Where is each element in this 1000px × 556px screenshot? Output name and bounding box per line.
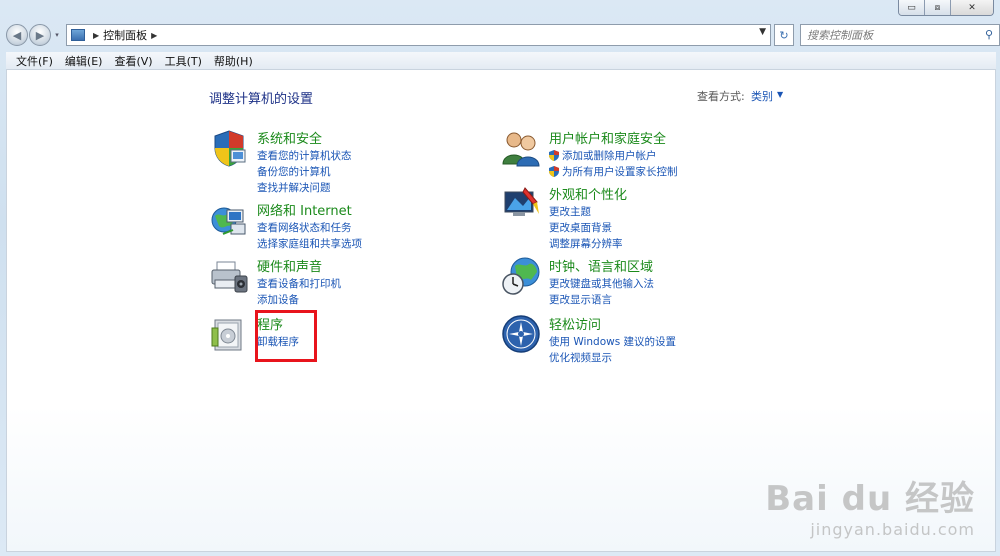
- address-bar[interactable]: ▶ 控制面板 ▶ ▼: [66, 24, 771, 46]
- link-label[interactable]: 为所有用户设置家长控制: [562, 164, 678, 179]
- search-placeholder: 搜索控制面板: [807, 29, 873, 42]
- category-title[interactable]: 外观和个性化: [549, 184, 627, 203]
- uac-shield-icon: [549, 149, 559, 161]
- page-title: 调整计算机的设置: [209, 92, 314, 107]
- category-title[interactable]: 网络和 Internet: [257, 200, 352, 219]
- link-network-status[interactable]: 查看网络状态和任务: [257, 219, 362, 235]
- category-links: 更改键盘或其他输入法 更改显示语言: [549, 275, 654, 307]
- breadcrumb-control-panel[interactable]: 控制面板: [103, 27, 147, 43]
- link-view-computer-status[interactable]: 查看您的计算机状态: [257, 147, 352, 163]
- link-parental-controls[interactable]: 为所有用户设置家长控制: [549, 163, 678, 179]
- view-by-label: 查看方式:: [697, 90, 745, 103]
- navigation-bar: ◀ ▶ ▾ ▶ 控制面板 ▶ ▼ ↻ 搜索控制面板 ⚲: [6, 22, 1000, 48]
- link-keyboard-input[interactable]: 更改键盘或其他输入法: [549, 275, 654, 291]
- link-desktop-background[interactable]: 更改桌面背景: [549, 219, 623, 235]
- link-screen-resolution[interactable]: 调整屏幕分辨率: [549, 235, 623, 251]
- ease-of-access-icon[interactable]: [501, 314, 541, 354]
- appearance-monitor-icon[interactable]: [501, 184, 541, 224]
- address-dropdown-icon[interactable]: ▼: [759, 27, 766, 37]
- back-button[interactable]: ◀: [6, 24, 28, 46]
- watermark-logo: Bai du 经验: [765, 479, 975, 519]
- link-add-device[interactable]: 添加设备: [257, 291, 341, 307]
- highlight-box: [255, 310, 317, 362]
- link-backup-computer[interactable]: 备份您的计算机: [257, 163, 352, 179]
- security-shield-icon[interactable]: [209, 128, 249, 168]
- breadcrumb-arrow-icon[interactable]: ▶: [93, 31, 99, 40]
- minimize-button[interactable]: ▭: [899, 0, 925, 15]
- menu-edit[interactable]: 编辑(E): [59, 53, 109, 69]
- menu-bar: 文件(F) 编辑(E) 查看(V) 工具(T) 帮助(H): [6, 52, 996, 70]
- menu-file[interactable]: 文件(F): [10, 53, 59, 69]
- menu-help[interactable]: 帮助(H): [208, 53, 259, 69]
- category-title[interactable]: 系统和安全: [257, 128, 322, 147]
- control-panel-icon: [71, 29, 85, 41]
- maximize-button[interactable]: ⧈: [925, 0, 951, 15]
- category-links: 使用 Windows 建议的设置 优化视频显示: [549, 333, 676, 365]
- link-label[interactable]: 添加或删除用户帐户: [562, 148, 657, 163]
- view-by-chevron-icon[interactable]: ▼: [777, 90, 783, 99]
- recent-pages-dropdown[interactable]: ▾: [52, 31, 62, 39]
- search-icon[interactable]: ⚲: [985, 28, 993, 41]
- breadcrumb-arrow-icon[interactable]: ▶: [151, 31, 157, 40]
- link-troubleshoot[interactable]: 查找并解决问题: [257, 179, 352, 195]
- link-homegroup-sharing[interactable]: 选择家庭组和共享选项: [257, 235, 362, 251]
- menu-tools[interactable]: 工具(T): [159, 53, 208, 69]
- main-content: 调整计算机的设置 查看方式: 类别 ▼ 系统和安全 查看您的计算机状态 备份您的…: [6, 70, 996, 552]
- link-add-remove-accounts[interactable]: 添加或删除用户帐户: [549, 147, 678, 163]
- forward-button[interactable]: ▶: [29, 24, 51, 46]
- watermark-url: jingyan.baidu.com: [810, 520, 975, 539]
- clock-globe-icon[interactable]: [501, 256, 541, 296]
- users-icon[interactable]: [501, 128, 541, 168]
- category-title[interactable]: 硬件和声音: [257, 256, 322, 275]
- category-links: 查看您的计算机状态 备份您的计算机 查找并解决问题: [257, 147, 352, 195]
- menu-view[interactable]: 查看(V): [108, 53, 158, 69]
- view-by-dropdown[interactable]: 类别: [751, 88, 773, 104]
- refresh-button[interactable]: ↻: [774, 24, 794, 46]
- printer-icon[interactable]: [209, 256, 249, 296]
- link-display-language[interactable]: 更改显示语言: [549, 291, 654, 307]
- link-change-theme[interactable]: 更改主题: [549, 203, 623, 219]
- category-title[interactable]: 用户帐户和家庭安全: [549, 128, 666, 147]
- programs-box-icon[interactable]: [209, 314, 249, 354]
- category-links: 更改主题 更改桌面背景 调整屏幕分辨率: [549, 203, 623, 251]
- close-button[interactable]: ✕: [951, 0, 993, 15]
- window-controls: ▭ ⧈ ✕: [898, 0, 994, 16]
- category-title[interactable]: 轻松访问: [549, 314, 601, 333]
- category-links: 添加或删除用户帐户 为所有用户设置家长控制: [549, 147, 678, 179]
- uac-shield-icon: [549, 165, 559, 177]
- link-recommended-settings[interactable]: 使用 Windows 建议的设置: [549, 333, 676, 349]
- category-links: 查看设备和打印机 添加设备: [257, 275, 341, 307]
- category-links: 查看网络状态和任务 选择家庭组和共享选项: [257, 219, 362, 251]
- link-optimize-visual[interactable]: 优化视频显示: [549, 349, 676, 365]
- link-devices-printers[interactable]: 查看设备和打印机: [257, 275, 341, 291]
- watermark: Bai du 经验 jingyan.baidu.com: [765, 471, 975, 539]
- category-title[interactable]: 时钟、语言和区域: [549, 256, 653, 275]
- search-input[interactable]: 搜索控制面板 ⚲: [800, 24, 1000, 46]
- network-globe-icon[interactable]: [209, 200, 249, 240]
